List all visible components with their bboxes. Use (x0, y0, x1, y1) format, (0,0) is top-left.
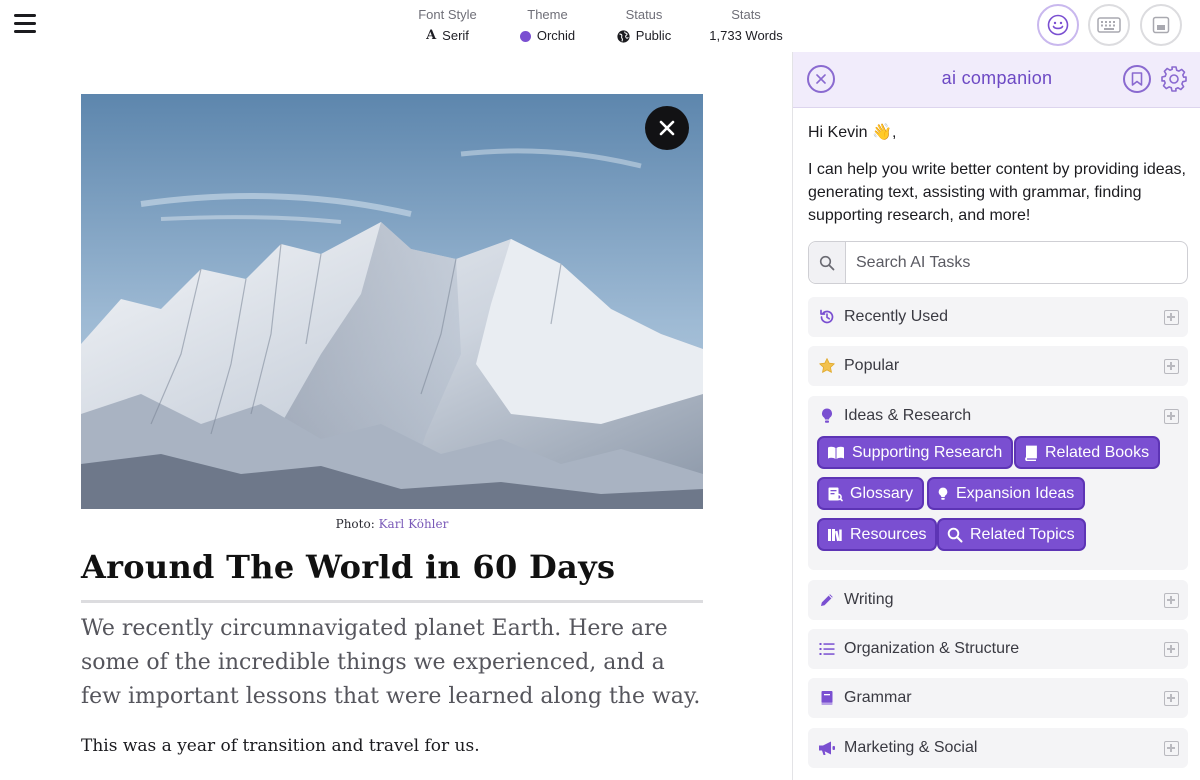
lightbulb-icon (817, 406, 837, 426)
category-marketing-social[interactable]: Marketing & Social (808, 728, 1188, 768)
task-supporting-research[interactable]: Supporting Research (817, 436, 1014, 469)
lightbulb-icon (938, 487, 948, 500)
chip-label: Glossary (850, 484, 914, 502)
expand-icon[interactable] (1164, 593, 1179, 608)
expand-icon[interactable] (1164, 691, 1179, 706)
expand-icon[interactable] (1164, 359, 1179, 374)
category-label: Writing (844, 591, 894, 608)
serif-a-icon: A (426, 28, 437, 43)
keyboard-icon (1097, 17, 1121, 33)
glossary-icon (828, 487, 843, 501)
category-popular[interactable]: Popular (808, 346, 1188, 386)
category-grammar[interactable]: Grammar (808, 678, 1188, 718)
task-expansion-ideas[interactable]: Expansion Ideas (927, 477, 1086, 510)
task-glossary[interactable]: Glossary (817, 477, 925, 510)
photo-caption: Photo: Karl Köhler (81, 517, 703, 531)
category-recently-used[interactable]: Recently Used (808, 297, 1188, 337)
hero-image[interactable] (81, 94, 703, 509)
open-book-icon (828, 446, 844, 459)
font-style-stat[interactable]: Font Style A Serif (410, 6, 485, 46)
font-style-label: Font Style (418, 7, 477, 22)
status-stat[interactable]: Status Public (606, 6, 682, 48)
search-input[interactable] (846, 242, 1187, 283)
menu-icon[interactable] (14, 14, 36, 34)
article-lede[interactable]: We recently circumnavigated planet Earth… (81, 612, 703, 714)
save-button[interactable] (1140, 4, 1182, 46)
top-bar: Font Style A Serif Theme Orchid Status Pu… (0, 0, 1200, 52)
save-icon (1152, 16, 1170, 34)
search-box (808, 241, 1188, 284)
color-dot-icon (519, 30, 531, 42)
category-label: Grammar (844, 689, 912, 706)
task-related-topics[interactable]: Related Topics (937, 518, 1086, 551)
chip-label: Expansion Ideas (956, 484, 1075, 502)
category-ideas-research[interactable]: Ideas & Research Supporting Research Rel… (808, 396, 1188, 570)
close-icon (659, 120, 675, 136)
expand-icon[interactable] (1164, 409, 1179, 424)
book-icon (817, 688, 837, 708)
star-icon (817, 356, 837, 376)
globe-icon (617, 29, 630, 43)
pencil-icon (817, 590, 837, 610)
intro-text: I can help you write better content by p… (808, 161, 1186, 224)
expand-icon[interactable] (1164, 741, 1179, 756)
chip-label: Supporting Research (852, 443, 1003, 461)
category-organization-structure[interactable]: Organization & Structure (808, 629, 1188, 669)
category-label: Popular (844, 357, 900, 374)
photo-credit-link[interactable]: Karl Köhler (379, 517, 449, 531)
task-resources[interactable]: Resources (817, 518, 938, 551)
keyboard-button[interactable] (1088, 4, 1130, 46)
category-writing[interactable]: Writing (808, 580, 1188, 620)
book-icon (1025, 445, 1037, 461)
bookmark-icon (1131, 72, 1143, 86)
article-editor: Photo: Karl Köhler Around The World in 6… (0, 52, 792, 780)
article-title[interactable]: Around The World in 60 Days (81, 548, 703, 586)
expand-icon[interactable] (1164, 642, 1179, 657)
settings-button[interactable] (1158, 63, 1190, 95)
remove-image-button[interactable] (645, 106, 689, 150)
ai-companion-panel: ai companion Hi Kevin 👋, I can help you … (792, 52, 1200, 780)
theme-stat[interactable]: Theme Orchid (510, 6, 585, 47)
category-label: Marketing & Social (844, 739, 978, 756)
history-icon (817, 307, 837, 327)
smiley-icon (1047, 14, 1069, 36)
category-label: Ideas & Research (844, 407, 972, 424)
library-icon (828, 528, 842, 541)
theme-value: Orchid (536, 28, 576, 43)
stats-label: Stats (731, 7, 761, 22)
category-label: Recently Used (844, 308, 949, 325)
list-icon (817, 639, 837, 659)
status-value: Public (635, 28, 672, 43)
chip-label: Resources (850, 525, 927, 543)
status-label: Status (625, 7, 663, 22)
greeting: Hi Kevin 👋, (808, 124, 897, 141)
search-icon (809, 242, 846, 283)
font-style-value: Serif (442, 28, 469, 43)
chip-label: Related Topics (970, 525, 1075, 543)
megaphone-icon (817, 738, 837, 758)
bookmark-button[interactable] (1123, 65, 1151, 93)
word-count: 1,733 Words (709, 28, 783, 43)
task-related-books[interactable]: Related Books (1014, 436, 1161, 469)
title-divider (81, 600, 703, 603)
article-body[interactable]: This was a year of transition and travel… (81, 736, 703, 756)
photo-caption-prefix: Photo: (335, 517, 375, 531)
task-chip-group: Supporting Research Related Books Glossa… (808, 436, 1188, 570)
theme-label: Theme (527, 7, 568, 22)
search-icon (947, 527, 963, 542)
panel-header: ai companion (793, 52, 1200, 108)
expand-icon[interactable] (1164, 310, 1179, 325)
category-label: Organization & Structure (844, 640, 1020, 657)
chip-label: Related Books (1045, 443, 1150, 461)
ai-companion-button[interactable] (1037, 4, 1079, 46)
mountain-photo (81, 94, 703, 509)
gear-icon (1161, 66, 1187, 92)
stats-stat[interactable]: Stats 1,733 Words (705, 6, 787, 46)
